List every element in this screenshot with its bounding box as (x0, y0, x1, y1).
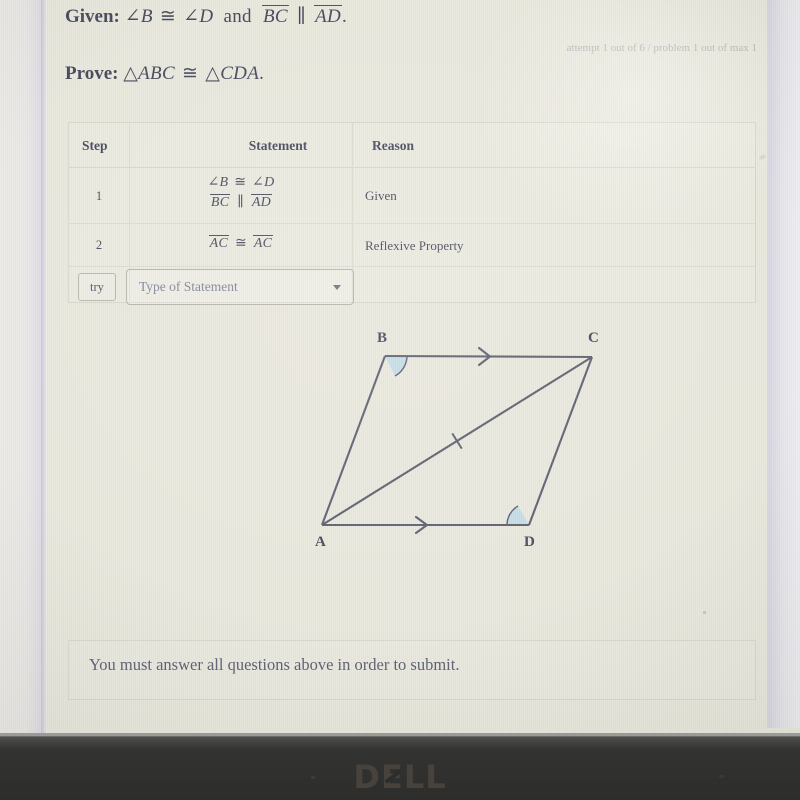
geometry-figure: B C A D (247, 320, 647, 570)
table-row: 2 AC ≅ AC AC ≅ AC Reflexive Property (69, 224, 755, 267)
left-page-margin (0, 0, 44, 733)
statement-type-placeholder: Type of Statement (139, 279, 238, 294)
prove-label: Prove: (65, 63, 119, 84)
statement-cell: AC ≅ AC AC ≅ AC (130, 234, 352, 254)
vertex-label-d: D (524, 534, 535, 550)
table-header-row: Step Statement Reason (69, 123, 755, 168)
angle-mark-d (507, 506, 529, 525)
given-expression: ∠B ≅ ∠D and BC ∥ AD. (124, 5, 348, 27)
vertex-label-a: A (315, 534, 326, 550)
statement-entry-row: try Type of Statement (69, 267, 755, 305)
statement-line-2: BC ∥ AD (209, 194, 273, 211)
attempt-info: attempt 1 out of 6 / problem 1 out of ma… (566, 42, 757, 54)
given-statement: Given: ∠B ≅ ∠D and BC ∥ AD. ∠B ≅ ∠D and … (65, 5, 347, 28)
prove-expression: △ABC ≅ △CDA. (123, 63, 265, 84)
chevron-down-icon (333, 285, 341, 290)
submit-message: You must answer all questions above in o… (89, 655, 460, 674)
table-row: 1 ∠B ≅ ∠D BC ∥ AD ∠B ≅ ∠D BC ∥ AD Given (69, 168, 755, 224)
vertex-label-c: C (588, 330, 599, 346)
bezel-highlight (0, 737, 800, 749)
laptop-screen-photo: Given: ∠B ≅ ∠D and BC ∥ AD. ∠B ≅ ∠D and … (0, 0, 800, 800)
column-header-statement: Statement (248, 138, 308, 153)
angle-mark-b (385, 356, 407, 376)
statement-line-1: ∠B ≅ ∠D (207, 175, 275, 190)
proof-table: Step Statement Reason 1 ∠B ≅ ∠D BC ∥ AD … (68, 122, 756, 305)
segment-ab (321, 355, 386, 526)
statement-line-1: AC ≅ AC (208, 235, 274, 251)
worksheet-page: Given: ∠B ≅ ∠D and BC ∥ AD. ∠B ≅ ∠D and … (47, 0, 767, 730)
vertex-label-b: B (377, 330, 387, 346)
right-page-margin (770, 0, 800, 728)
screen-smudge (758, 153, 767, 161)
segment-cd (528, 356, 593, 526)
column-header-step: Step (82, 138, 108, 153)
prove-statement: Prove: △ABC ≅ △CDA. △ABC ≅ △CDA. (65, 62, 264, 85)
parallelogram-diagram: B C A D (315, 330, 599, 550)
dell-brand-logo: DELL DELL (353, 758, 447, 796)
statement-cell: ∠B ≅ ∠D BC ∥ AD ∠B ≅ ∠D BC ∥ AD (130, 173, 352, 214)
column-header-reason: Reason (372, 138, 415, 153)
step-number: 2 (95, 238, 103, 252)
congruence-tick-ac (451, 432, 463, 450)
reason-cell: Given (365, 188, 397, 203)
step-number: 1 (95, 189, 103, 203)
reason-cell: Reflexive Property (365, 238, 464, 253)
submit-footer: You must answer all questions above in o… (68, 640, 756, 700)
try-button[interactable]: try (78, 273, 116, 301)
given-label: Given: (65, 6, 120, 27)
screen-speck (703, 611, 706, 614)
statement-type-select[interactable]: Type of Statement (126, 269, 354, 305)
